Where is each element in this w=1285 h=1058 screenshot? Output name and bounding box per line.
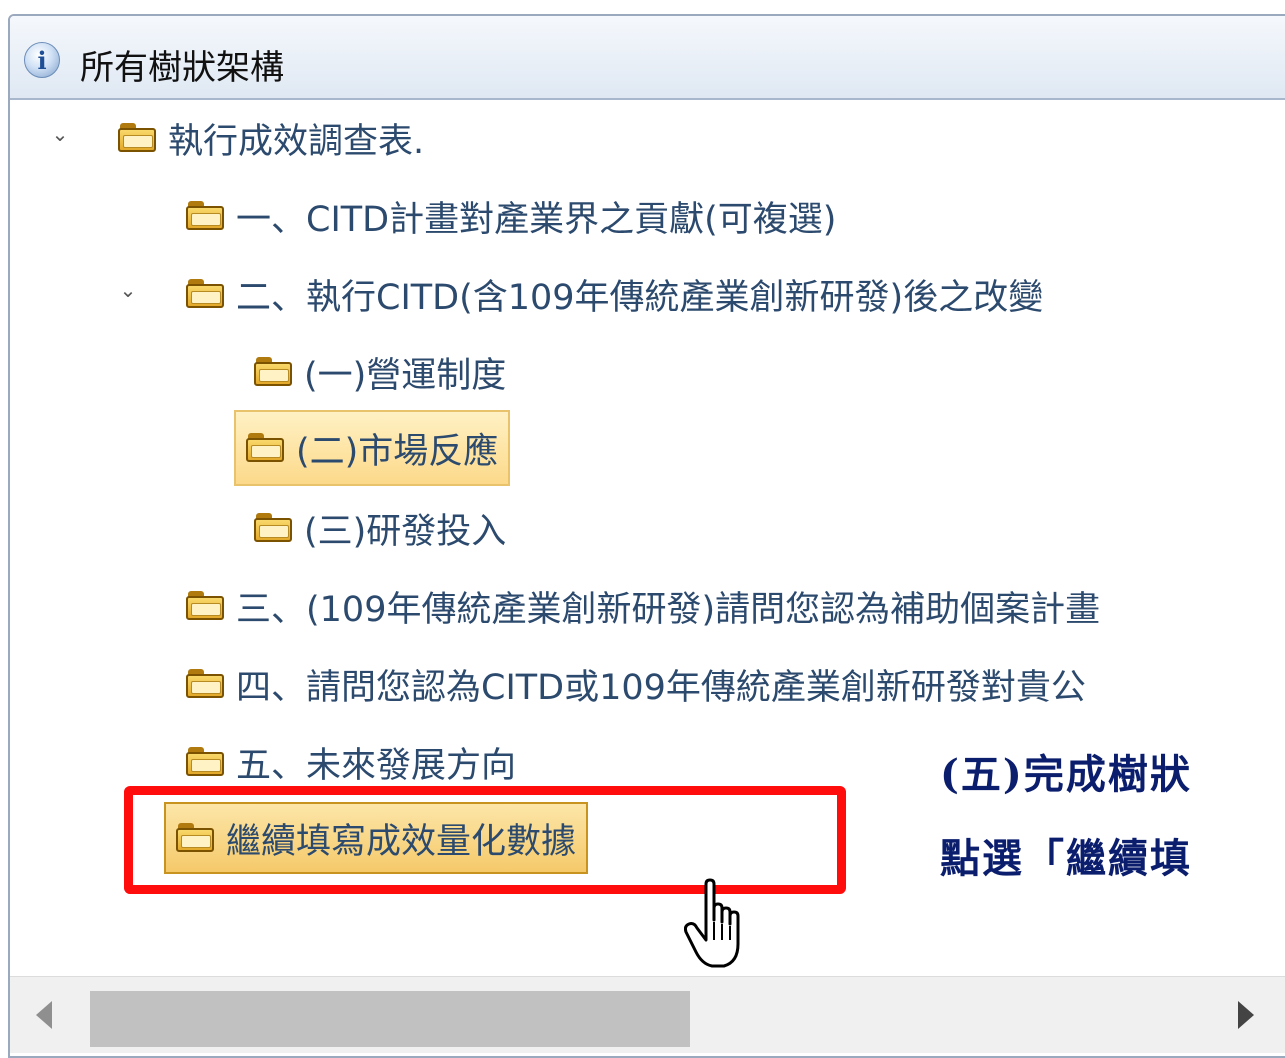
tree-node-label: (一)營運制度 [304, 355, 507, 396]
tree-node-item-1[interactable]: 一、CITD計畫對產業界之貢獻(可複選) [186, 186, 836, 246]
tree-node-label: 一、CITD計畫對產業界之貢獻(可複選) [236, 199, 837, 240]
folder-icon [246, 433, 286, 463]
tree-node-label: 四、請問您認為CITD或109年傳統產業創新研發對貴公 [236, 667, 1086, 708]
tree-node-label: (三)研發投入 [304, 511, 507, 552]
folder-icon [186, 279, 226, 309]
tree-node-label: 三、(109年傳統產業創新研發)請問您認為補助個案計畫 [236, 589, 1101, 630]
scroll-left-icon[interactable] [36, 1001, 52, 1029]
folder-icon [186, 591, 226, 621]
tree-panel: i 所有樹狀架構 ⌄ 執行成效調查表. 一、CITD計畫對產業界之貢獻(可複選)… [8, 14, 1285, 1058]
annotation-line-1: (五)完成樹狀 [940, 751, 1192, 798]
horizontal-scrollbar[interactable] [10, 976, 1285, 1053]
folder-icon [118, 123, 158, 153]
chevron-down-icon[interactable]: ⌄ [116, 278, 140, 302]
folder-icon [186, 669, 226, 699]
annotation-line-2: 點選「繼續填 [940, 835, 1192, 882]
info-icon: i [24, 42, 60, 78]
tree-node-item-2-2[interactable]: (二)市場反應 [234, 410, 511, 486]
tree-node-label: 執行成效調查表. [168, 121, 425, 162]
tree-node-item-3[interactable]: 三、(109年傳統產業創新研發)請問您認為補助個案計畫 [186, 576, 1100, 636]
tree-node-item-2-3[interactable]: (三)研發投入 [254, 498, 506, 558]
scroll-thumb[interactable] [90, 991, 690, 1047]
tree-node-item-4[interactable]: 四、請問您認為CITD或109年傳統產業創新研發對貴公 [186, 654, 1086, 714]
panel-header: i 所有樹狀架構 [10, 16, 1285, 100]
tree-node-label: (二)市場反應 [296, 431, 499, 472]
tree-node-root[interactable]: 執行成效調查表. [118, 108, 424, 168]
tree-node-item-2-1[interactable]: (一)營運制度 [254, 342, 506, 402]
folder-icon [186, 201, 226, 231]
hand-pointer-icon [684, 878, 740, 968]
tree-node-label: 五、未來發展方向 [236, 745, 517, 786]
scroll-right-icon[interactable] [1238, 1001, 1254, 1029]
tree-node-label: 二、執行CITD(含109年傳統產業創新研發)後之改變 [236, 277, 1044, 318]
tree-node-item-2[interactable]: 二、執行CITD(含109年傳統產業創新研發)後之改變 [186, 264, 1043, 324]
folder-icon [186, 747, 226, 777]
folder-icon [254, 357, 294, 387]
folder-icon [254, 513, 294, 543]
panel-title: 所有樹狀架構 [80, 48, 284, 88]
tree-node-item-5[interactable]: 五、未來發展方向 [186, 732, 516, 792]
chevron-down-icon[interactable]: ⌄ [48, 122, 72, 146]
